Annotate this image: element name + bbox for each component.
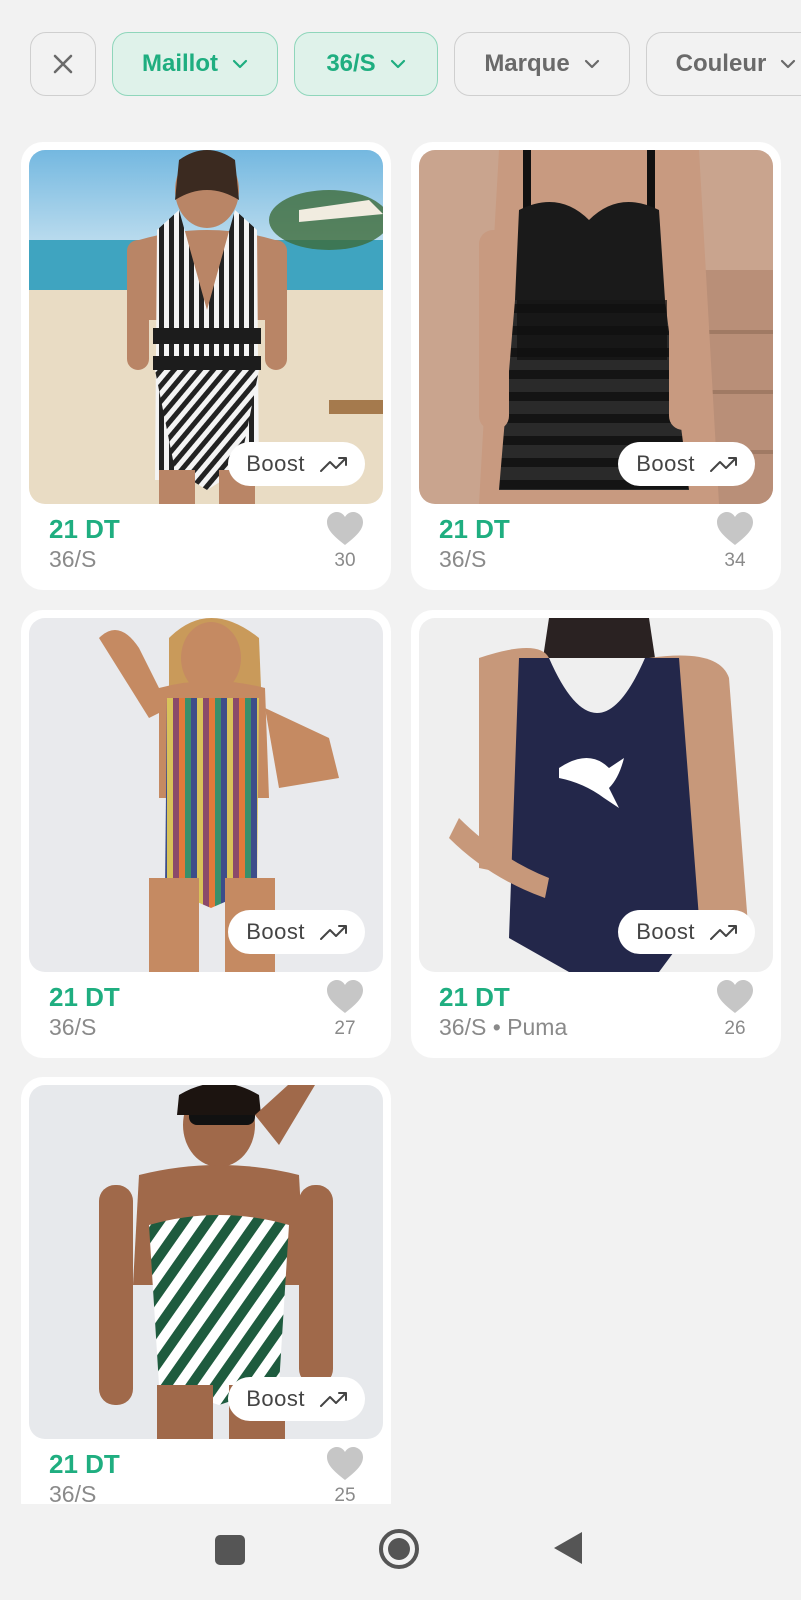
heart-icon [717, 980, 753, 1013]
product-card[interactable]: Boost 21 DT 36/S 25 [21, 1077, 391, 1525]
boost-button[interactable]: Boost [228, 442, 365, 486]
product-details: 36/S [49, 546, 97, 572]
product-card[interactable]: Boost 21 DT 36/S • Puma 26 [411, 610, 781, 1058]
trending-up-icon [320, 1392, 347, 1407]
product-image[interactable]: Boost [29, 150, 383, 504]
product-details: 36/S • Puma [439, 1014, 568, 1040]
boost-label: Boost [246, 919, 305, 944]
color-filter-chip[interactable]: Couleur [646, 32, 801, 96]
trending-up-icon [710, 457, 737, 472]
boost-button[interactable]: Boost [228, 910, 365, 954]
favorite-count: 26 [724, 1018, 746, 1039]
app-screen: Maillot 36/S Marque Couleur Boost 21 DT … [0, 0, 801, 1600]
chevron-down-icon [232, 59, 248, 69]
trending-up-icon [710, 925, 737, 940]
category-filter-chip[interactable]: Maillot [112, 32, 278, 96]
boost-button[interactable]: Boost [228, 1377, 365, 1421]
filter-bar: Maillot 36/S Marque Couleur [0, 0, 801, 130]
favorite-button[interactable]: 34 [715, 512, 755, 572]
boost-label: Boost [246, 1386, 305, 1411]
favorite-button[interactable]: 27 [325, 980, 365, 1040]
clear-filters-button[interactable] [30, 32, 96, 96]
heart-icon [327, 980, 363, 1013]
size-filter-chip[interactable]: 36/S [294, 32, 438, 96]
brand-filter-label: Marque [484, 50, 570, 77]
product-image[interactable]: Boost [29, 618, 383, 972]
product-price: 21 DT [439, 514, 510, 544]
heart-icon [327, 1447, 363, 1480]
product-card[interactable]: Boost 21 DT 36/S 30 [21, 142, 391, 590]
brand-filter-chip[interactable]: Marque [454, 32, 630, 96]
chevron-down-icon [390, 59, 406, 69]
boost-label: Boost [636, 451, 695, 476]
color-filter-label: Couleur [675, 50, 767, 77]
favorite-button[interactable]: 30 [325, 512, 365, 572]
recents-button[interactable] [214, 1534, 246, 1571]
chevron-down-icon [780, 59, 796, 69]
product-details: 36/S [49, 1014, 97, 1040]
back-button[interactable] [552, 1530, 584, 1571]
boost-button[interactable]: Boost [618, 442, 755, 486]
square-icon [215, 1535, 245, 1565]
chevron-down-icon [584, 59, 600, 69]
close-icon [53, 54, 73, 74]
heart-icon [717, 512, 753, 545]
favorite-button[interactable]: 26 [715, 980, 755, 1040]
product-details: 36/S [439, 546, 487, 572]
system-navigation-bar [0, 1504, 801, 1600]
home-button[interactable] [378, 1528, 420, 1575]
favorite-button[interactable]: 25 [325, 1447, 365, 1507]
product-image[interactable]: Boost [29, 1085, 383, 1439]
circle-icon [379, 1529, 419, 1569]
boost-button[interactable]: Boost [618, 910, 755, 954]
product-price: 21 DT [49, 514, 120, 544]
triangle-back-icon [554, 1532, 582, 1564]
product-price: 21 DT [49, 1449, 120, 1479]
heart-icon [327, 512, 363, 545]
product-card[interactable]: Boost 21 DT 36/S 27 [21, 610, 391, 1058]
trending-up-icon [320, 925, 347, 940]
product-price: 21 DT [439, 982, 510, 1012]
product-image[interactable]: Boost [419, 618, 773, 972]
favorite-count: 30 [334, 550, 356, 571]
category-filter-label: Maillot [142, 50, 218, 77]
boost-label: Boost [246, 451, 305, 476]
boost-label: Boost [636, 919, 695, 944]
product-price: 21 DT [49, 982, 120, 1012]
size-filter-label: 36/S [326, 50, 376, 77]
favorite-count: 34 [724, 550, 746, 571]
trending-up-icon [320, 457, 347, 472]
product-image[interactable]: Boost [419, 150, 773, 504]
product-card[interactable]: Boost 21 DT 36/S 34 [411, 142, 781, 590]
favorite-count: 27 [334, 1018, 356, 1039]
